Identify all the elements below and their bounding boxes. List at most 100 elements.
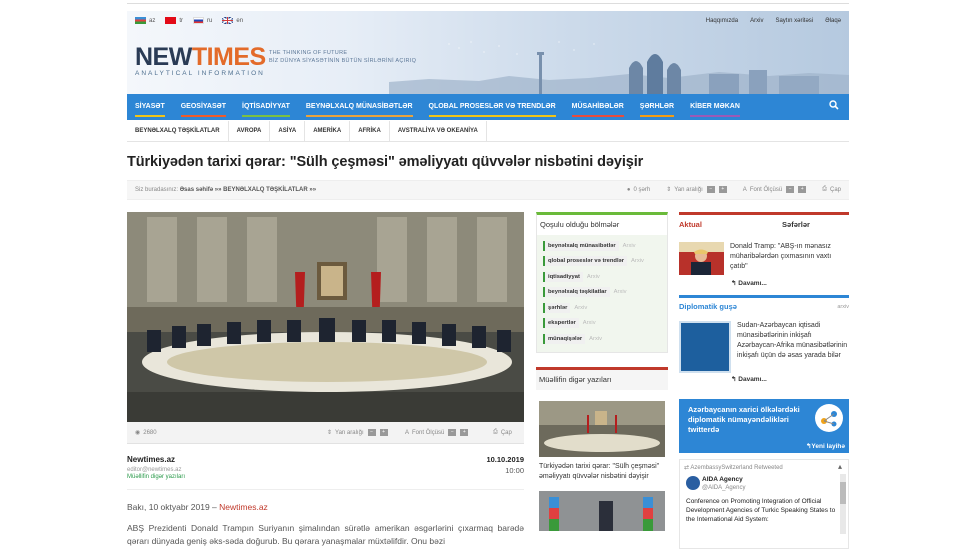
author-name[interactable]: Newtimes.az [127,455,524,464]
category-archive-link[interactable]: Arxiv [631,258,644,264]
read-more-link[interactable]: ↰ Davamı... [731,279,849,287]
subnav-item-europe[interactable]: AVROPA [229,121,271,141]
top-links: Haqqımızda Arxiv Saytın xəritəsi Əlaqə [706,18,841,24]
tab-aktual[interactable]: Aktual [679,220,761,229]
search-icon[interactable] [829,100,839,113]
font-size-decrease-button[interactable]: − [786,186,795,193]
news-title[interactable]: Donald Tramp: "ABŞ-ın mənasız müharibələ… [730,242,849,275]
diplomatic-corner-header: Diplomatik guşə arxiv [679,295,849,315]
twitter-scrollbar[interactable] [840,474,846,534]
news-tabs: Aktual Səfərlər [679,212,849,234]
category-archive-link[interactable]: Arxiv [614,289,627,295]
photo-line-spacing: ⇕ Yan aralığı − + [327,429,388,436]
diplomatic-news-title[interactable]: Sudan-Azərbaycan iqtisadi münasibətlərin… [737,321,849,373]
font-size-increase-button[interactable]: + [798,186,807,193]
uk-flag-icon [222,17,234,24]
categories-title: Qoşulu olduğu bölmələr [540,220,620,229]
breadcrumb-category[interactable]: BEYNƏLXALQ TƏŞKİLATLAR [223,187,308,193]
comments-count[interactable]: ● 0 şərh [627,187,650,193]
line-spacing-decrease-button[interactable]: − [367,429,376,436]
tweet-author-name[interactable]: AIDA Agency [702,476,743,483]
lang-en[interactable]: en [222,17,243,24]
site-header: az tr ru en Haqqımızda Arxiv Saytın xəri… [127,11,849,94]
font-size-increase-button[interactable]: + [460,429,469,436]
diplomatic-news-item[interactable]: Sudan-Azərbaycan iqtisadi münasibətlərin… [679,321,849,373]
lang-az[interactable]: az [135,17,155,24]
other-post-thumbnail[interactable] [539,401,665,457]
category-item: şərhlər Arxiv [537,300,667,316]
tagline-line-1: THE THINKING OF FUTURE [269,50,348,56]
source-link[interactable]: Newtimes.az [219,502,268,512]
author-other-posts-link[interactable]: Müəllifin digər yazıları [127,474,524,480]
breadcrumb-home[interactable]: Əsas səhifə [180,187,213,193]
category-tag[interactable]: ekspertlər [543,318,579,329]
lang-ru[interactable]: ru [193,17,212,24]
category-archive-link[interactable]: Arxiv [587,274,600,280]
categories-list: beynəlxalq münasibətlər Arxiv qlobal pros… [537,235,667,352]
twitter-feed-close-icon[interactable]: ▴ [838,462,842,471]
subnav-item-asia[interactable]: ASİYA [270,121,306,141]
category-archive-link[interactable]: Arxiv [589,336,602,342]
author-email[interactable]: editor@newtimes.az [127,467,524,473]
category-tag[interactable]: qlobal proseslər və trendlər [543,256,628,267]
subnav-item-oceania[interactable]: AVSTRALİYA VƏ OKEANİYA [390,121,487,141]
category-tag[interactable]: iqtisadiyyat [543,271,583,282]
news-item[interactable]: Donald Tramp: "ABŞ-ın mənasız müharibələ… [679,242,849,275]
logo-subtitle: ANALYTICAL INFORMATION [135,70,265,77]
category-item: beynəlxalq münasibətlər Arxiv [537,238,667,254]
subnav-item-africa[interactable]: AFRİKA [350,121,390,141]
category-archive-link[interactable]: Arxiv [623,243,636,249]
print-icon: ⎙ [822,186,827,192]
other-post-thumbnail-2[interactable] [539,491,665,531]
font-size-decrease-button[interactable]: − [448,429,457,436]
category-archive-link[interactable]: Arxiv [574,305,587,311]
category-tag[interactable]: beynəlxalq münasibətlər [543,240,619,251]
line-spacing-increase-button[interactable]: + [718,186,727,193]
nav-item-beynelxalq[interactable]: BEYNƏLXALQ MÜNASİBƏTLƏR [298,94,421,120]
views-counter: ◉ 2680 [135,429,157,437]
categories-box: Qoşulu olduğu bölmələr beynəlxalq münasi… [536,212,668,353]
breadcrumb: Siz buradasınız: Əsas səhifə »» BEYNƏLXA… [135,187,317,193]
aida-avatar [686,476,700,490]
scrollbar-thumb[interactable] [840,482,846,504]
contact-link[interactable]: Əlaqə [825,18,841,24]
nav-item-musahibeler[interactable]: MÜSAHİBƏLƏR [564,94,632,120]
lang-tr[interactable]: tr [165,17,183,24]
category-tag[interactable]: beynəlxalq təşkilatlar [543,287,610,298]
subnav-item-organizations[interactable]: BEYNƏLXALQ TƏŞKİLATLAR [127,121,229,141]
other-posts-title: Müəllifin digər yazıları [536,370,668,390]
subnav-item-america[interactable]: AMERİKA [305,121,351,141]
sitemap-link[interactable]: Saytın xəritəsi [775,18,813,24]
az-flag-icon [135,17,146,24]
tab-seferler[interactable]: Səfərlər [761,220,831,229]
twitter-banner[interactable]: Azərbaycanın xarici ölkələrdəki diplomat… [679,399,849,453]
nav-item-kiber[interactable]: KİBER MƏKAN [682,94,748,120]
about-link[interactable]: Haqqımızda [706,18,738,24]
network-icon [815,404,843,432]
nav-item-geosiyaset[interactable]: GEOSİYASƏT [173,94,234,120]
book-cover-image [679,321,731,373]
print-button[interactable]: ⎙ Çap [822,186,841,193]
category-archive-link[interactable]: Arxiv [583,320,596,326]
nav-item-qlobal[interactable]: QLOBAL PROSESLƏR VƏ TRENDLƏR [421,94,564,120]
read-more-link[interactable]: ↰ Davamı... [731,375,849,383]
author-block: Newtimes.az editor@newtimes.az Müəllifin… [127,455,524,480]
site-logo[interactable]: NEWTIMES ANALYTICAL INFORMATION [135,45,266,78]
diplomatic-archive-link[interactable]: arxiv [837,304,849,310]
sub-nav: BEYNƏLXALQ TƏŞKİLATLAR AVROPA ASİYA AMER… [127,121,849,142]
nav-item-serhler[interactable]: ŞƏRHLƏR [632,94,682,120]
nav-item-iqtisadiyyat[interactable]: İQTİSADİYYAT [234,94,298,120]
archive-link[interactable]: Arxiv [750,18,763,24]
new-project-link[interactable]: ↰Yeni layihə [806,442,845,450]
photo-font-size: A Font Ölçüsü − + [405,429,469,436]
font-size-icon: A [405,429,410,436]
retweet-label: ⇄ AzembassySwitzerland Retweeted [684,465,783,471]
photo-print-button[interactable]: ⎙ Çap [493,429,512,436]
tweet-author-handle[interactable]: @AIDA_Agency [702,485,745,491]
category-tag[interactable]: münaqişələr [543,333,586,344]
line-spacing-decrease-button[interactable]: − [706,186,715,193]
other-post-caption[interactable]: Türkiyədən tarixi qərar: "Sülh çeşməsi" … [539,462,665,481]
line-spacing-increase-button[interactable]: + [379,429,388,436]
nav-item-siyaset[interactable]: SİYASƏT [127,94,173,120]
category-tag[interactable]: şərhlər [543,302,571,313]
